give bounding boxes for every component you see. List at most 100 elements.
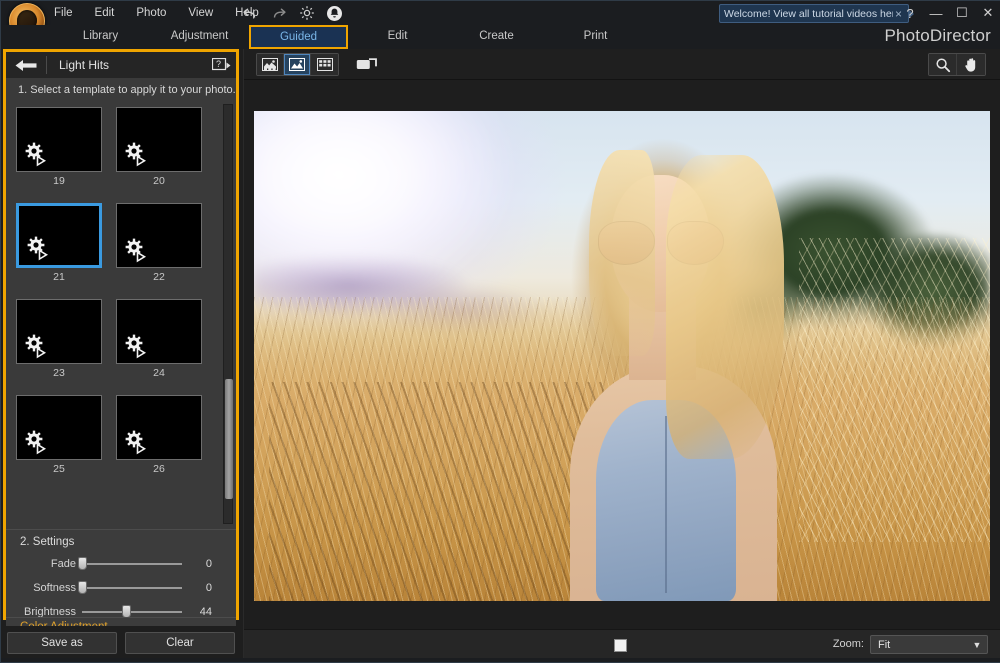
tab-create[interactable]: Create	[447, 25, 546, 49]
template-label: 22	[116, 271, 202, 283]
tab-edit[interactable]: Edit	[348, 25, 447, 49]
redo-icon[interactable]	[269, 4, 288, 23]
menu-item-file[interactable]: File	[51, 5, 76, 21]
photo-viewer: Zoom: Fit ▼	[243, 49, 999, 660]
template-label: 21	[16, 271, 102, 283]
template-item-26[interactable]: 26	[116, 395, 202, 475]
chevron-down-icon: ▼	[967, 640, 987, 650]
slider-track[interactable]	[82, 611, 182, 613]
template-thumbnail	[116, 107, 202, 172]
scrollbar-thumb[interactable]	[225, 379, 233, 499]
template-item-25[interactable]: 25	[16, 395, 102, 475]
guided-left-panel: Light Hits ? 1. Select a template to app…	[3, 49, 239, 620]
menu-bar: File Edit Photo View Help	[51, 1, 262, 25]
panel-title: Light Hits	[59, 58, 208, 72]
close-button[interactable]: ✕	[981, 5, 995, 21]
template-label: 25	[16, 463, 102, 475]
slider-row-softness: Softness 0	[6, 578, 236, 598]
light-hit-glyph-icon	[122, 333, 156, 359]
template-thumbnail	[16, 107, 102, 172]
tab-print[interactable]: Print	[546, 25, 645, 49]
clear-button[interactable]: Clear	[125, 632, 235, 654]
template-item-22[interactable]: 22	[116, 203, 202, 283]
slider-track[interactable]	[82, 587, 182, 589]
zoom-level-value: Fit	[871, 639, 967, 651]
template-label: 24	[116, 367, 202, 379]
panel-header: Light Hits ?	[6, 52, 236, 78]
template-thumbnail	[116, 395, 202, 460]
light-hit-glyph-icon	[22, 333, 56, 359]
light-hit-glyph-icon	[22, 141, 56, 167]
compare-view-icon[interactable]	[257, 54, 284, 75]
settings-section: 2. Settings Fade 0 Softness 0 Brightness	[6, 529, 236, 617]
slider-row-fade: Fade 0	[6, 554, 236, 574]
edited-photo[interactable]	[254, 111, 990, 601]
slider-track[interactable]	[82, 563, 182, 565]
slider-knob[interactable]	[78, 557, 87, 570]
template-item-21[interactable]: 21	[16, 203, 102, 283]
undo-icon[interactable]	[241, 4, 260, 23]
template-label: 19	[16, 175, 102, 187]
template-label: 23	[16, 367, 102, 379]
slider-label: Fade	[6, 558, 82, 570]
light-hit-glyph-icon	[122, 237, 156, 263]
maximize-button[interactable]: ☐	[955, 5, 969, 21]
notification-text: Welcome! View all tutorial videos here!	[724, 8, 893, 20]
light-hit-glyph-icon	[122, 429, 156, 455]
panel-action-buttons: Save as Clear	[3, 626, 239, 660]
menu-item-view[interactable]: View	[185, 5, 216, 21]
module-tab-bar: Library Adjustment Guided Edit Create Pr…	[1, 25, 1000, 49]
tutorial-video-icon[interactable]: ?	[208, 52, 234, 78]
tab-guided[interactable]: Guided	[249, 25, 348, 49]
save-as-button[interactable]: Save as	[7, 632, 117, 654]
viewer-status-bar: Zoom: Fit ▼	[244, 629, 1000, 660]
pan-hand-icon[interactable]	[957, 54, 985, 75]
template-thumbnail	[116, 299, 202, 364]
menu-item-edit[interactable]: Edit	[92, 5, 118, 21]
single-photo-view-icon[interactable]	[284, 54, 311, 75]
light-hit-glyph-icon	[24, 235, 58, 261]
photodirector-window: File Edit Photo View Help	[0, 0, 1000, 663]
template-thumbnail	[16, 299, 102, 364]
photo-vignette	[254, 111, 990, 601]
template-thumbnail	[16, 395, 102, 460]
slider-value: 0	[182, 582, 224, 594]
back-arrow-icon[interactable]	[6, 52, 46, 78]
zoom-label: Zoom:	[833, 638, 864, 650]
minimize-button[interactable]: —	[929, 6, 943, 21]
template-label: 20	[116, 175, 202, 187]
template-thumbnail	[116, 203, 202, 268]
panel-instruction: 1. Select a template to apply it to your…	[6, 78, 236, 102]
slider-value: 0	[182, 558, 224, 570]
menu-item-photo[interactable]: Photo	[133, 5, 169, 21]
settings-gear-icon[interactable]	[297, 4, 316, 23]
zoom-magnifier-icon[interactable]	[929, 54, 957, 75]
zoom-level-select[interactable]: Fit ▼	[870, 635, 988, 654]
tab-adjustment[interactable]: Adjustment	[150, 25, 249, 49]
template-item-23[interactable]: 23	[16, 299, 102, 379]
template-item-24[interactable]: 24	[116, 299, 202, 379]
light-hit-glyph-icon	[22, 429, 56, 455]
template-thumbnail	[16, 203, 102, 268]
notifications-bell-icon[interactable]	[325, 4, 344, 23]
svg-text:?: ?	[216, 59, 221, 69]
grid-view-icon[interactable]	[311, 54, 338, 75]
window-controls: ? — ☐ ✕	[903, 1, 995, 25]
template-scrollbar[interactable]	[223, 104, 233, 524]
tab-library[interactable]: Library	[51, 25, 150, 49]
slider-knob[interactable]	[78, 581, 87, 594]
template-label: 26	[116, 463, 202, 475]
secondary-monitor-icon[interactable]	[352, 53, 382, 74]
welcome-notification-banner[interactable]: Welcome! View all tutorial videos here! …	[719, 4, 909, 23]
help-button[interactable]: ?	[903, 6, 917, 21]
app-brand-title: PhotoDirector	[884, 26, 991, 46]
template-item-20[interactable]: 20	[116, 107, 202, 187]
app-status-bar	[1, 658, 1000, 662]
viewer-tools-group	[928, 53, 986, 76]
viewer-toolbar	[244, 49, 1000, 80]
view-mode-group	[256, 53, 339, 76]
before-after-toggle[interactable]	[614, 639, 627, 652]
slider-label: Softness	[6, 582, 82, 594]
template-item-19[interactable]: 19	[16, 107, 102, 187]
settings-title: 2. Settings	[20, 536, 74, 548]
